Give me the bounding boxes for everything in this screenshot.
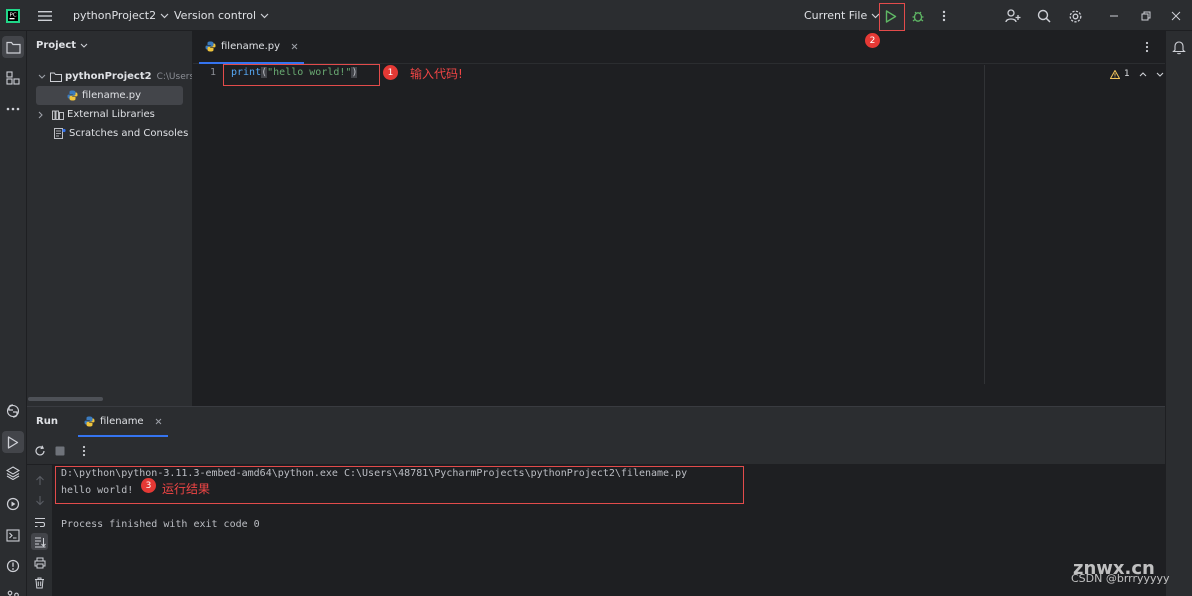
layers-icon[interactable] bbox=[2, 462, 24, 484]
project-folder-icon[interactable] bbox=[2, 36, 24, 58]
annotation-box-code bbox=[223, 64, 380, 86]
python-file-icon bbox=[67, 90, 78, 101]
tab-label: filename.py bbox=[221, 41, 281, 52]
close-window-icon[interactable] bbox=[1166, 6, 1186, 26]
project-root-name: pythonProject2 bbox=[65, 71, 152, 82]
project-root-path: C:\Users\4 bbox=[156, 71, 192, 82]
folder-icon bbox=[50, 72, 62, 82]
editor-tab-bar: filename.py bbox=[193, 31, 1165, 64]
project-panel-title: Project bbox=[36, 40, 77, 51]
project-switcher[interactable]: pythonProject2 bbox=[73, 0, 169, 31]
tree-node-project-root[interactable]: pythonProject2 C:\Users\4 bbox=[27, 67, 192, 86]
minimize-icon[interactable] bbox=[1104, 6, 1124, 26]
more-options-icon[interactable] bbox=[75, 442, 92, 459]
rerun-icon[interactable] bbox=[31, 442, 48, 459]
library-icon bbox=[52, 110, 64, 120]
inspection-count: 1 bbox=[1124, 69, 1130, 79]
annotation-box-output bbox=[55, 466, 744, 504]
python-packages-icon[interactable] bbox=[2, 400, 24, 422]
scroll-down-icon[interactable] bbox=[31, 492, 48, 509]
annotation-badge-1: 1 bbox=[383, 65, 398, 80]
trash-icon[interactable] bbox=[31, 574, 48, 591]
pycharm-logo-icon[interactable]: PC bbox=[3, 6, 23, 26]
tree-node-scratches[interactable]: Scratches and Consoles bbox=[27, 124, 192, 143]
main-menu-icon[interactable] bbox=[35, 6, 55, 26]
chevron-up-icon[interactable] bbox=[1139, 71, 1147, 77]
file-name-label: filename.py bbox=[82, 90, 142, 101]
run-panel-header: Run filename bbox=[27, 407, 1165, 437]
annotation-box-run-button bbox=[879, 3, 905, 31]
chevron-down-icon bbox=[80, 43, 88, 48]
run-tool-icon[interactable] bbox=[2, 431, 24, 453]
project-tool-window: Project pythonProject2 C:\Users\4 filena… bbox=[27, 31, 193, 406]
title-bar: PC pythonProject2 Version control Curren… bbox=[0, 0, 1192, 31]
soft-wrap-icon[interactable] bbox=[31, 514, 48, 531]
tree-node-filename-py[interactable]: filename.py bbox=[36, 86, 183, 105]
version-control-icon[interactable] bbox=[2, 586, 24, 596]
project-panel-header[interactable]: Project bbox=[36, 40, 88, 51]
add-user-icon[interactable] bbox=[1003, 6, 1023, 26]
version-control-menu[interactable]: Version control bbox=[174, 0, 269, 31]
right-tool-stripe bbox=[1165, 31, 1192, 596]
chevron-right-icon bbox=[38, 111, 48, 119]
horizontal-scrollbar[interactable] bbox=[28, 397, 103, 401]
python-file-icon bbox=[205, 41, 216, 52]
run-side-toolbar bbox=[27, 465, 53, 596]
scroll-up-icon[interactable] bbox=[31, 472, 48, 489]
scratches-icon bbox=[54, 128, 66, 139]
scroll-to-end-icon[interactable] bbox=[31, 533, 48, 550]
annotation-badge-3: 3 bbox=[141, 478, 156, 493]
print-icon[interactable] bbox=[31, 554, 48, 571]
search-icon[interactable] bbox=[1034, 6, 1054, 26]
project-name: pythonProject2 bbox=[73, 9, 157, 22]
svg-text:PC: PC bbox=[10, 13, 17, 19]
line-number: 1 bbox=[210, 67, 217, 78]
stop-icon[interactable] bbox=[51, 442, 68, 459]
services-icon[interactable] bbox=[2, 493, 24, 515]
close-tab-icon[interactable] bbox=[291, 43, 298, 50]
left-tool-stripe bbox=[0, 31, 27, 596]
notifications-bell-icon[interactable] bbox=[1168, 36, 1190, 58]
chevron-down-icon bbox=[38, 74, 46, 79]
python-file-icon bbox=[84, 416, 95, 427]
annotation-label-1: 输入代码! bbox=[410, 67, 463, 81]
external-libraries-label: External Libraries bbox=[67, 109, 155, 120]
watermark-credit: CSDN @brrryyyyy bbox=[1071, 572, 1170, 585]
warning-icon bbox=[1110, 69, 1120, 79]
annotation-label-3: 运行结果 bbox=[162, 482, 211, 496]
run-toolbar bbox=[27, 437, 1165, 465]
right-margin-guide bbox=[984, 65, 985, 384]
run-panel-title: Run bbox=[36, 416, 58, 427]
settings-gear-icon[interactable] bbox=[1065, 6, 1085, 26]
tab-options-icon[interactable] bbox=[1145, 41, 1149, 53]
editor-area: filename.py 1 print("hello world!") 1 bbox=[193, 31, 1165, 406]
terminal-icon[interactable] bbox=[2, 524, 24, 546]
chevron-down-icon[interactable] bbox=[1156, 72, 1164, 77]
run-configuration-selector[interactable]: Current File bbox=[804, 0, 880, 31]
version-control-label: Version control bbox=[174, 9, 257, 22]
structure-icon[interactable] bbox=[2, 67, 24, 89]
debug-button[interactable] bbox=[908, 6, 928, 26]
run-tab-filename[interactable]: filename bbox=[78, 407, 168, 437]
annotation-badge-2: 2 bbox=[865, 33, 880, 48]
problems-icon[interactable] bbox=[2, 555, 24, 577]
run-tab-label: filename bbox=[100, 415, 144, 427]
console-exit-line: Process finished with exit code 0 bbox=[61, 519, 260, 530]
restore-window-icon[interactable] bbox=[1136, 6, 1156, 26]
more-tools-icon[interactable] bbox=[2, 98, 24, 120]
chevron-down-icon bbox=[260, 13, 269, 19]
run-config-label: Current File bbox=[804, 9, 868, 22]
chevron-down-icon bbox=[160, 13, 169, 19]
tab-filename-py[interactable]: filename.py bbox=[199, 31, 305, 64]
close-tab-icon[interactable] bbox=[155, 418, 162, 425]
more-actions-icon[interactable] bbox=[934, 6, 954, 26]
inspection-widget[interactable]: 1 bbox=[1110, 69, 1164, 79]
scratches-label: Scratches and Consoles bbox=[69, 128, 189, 139]
tree-node-external-libraries[interactable]: External Libraries bbox=[27, 105, 192, 124]
